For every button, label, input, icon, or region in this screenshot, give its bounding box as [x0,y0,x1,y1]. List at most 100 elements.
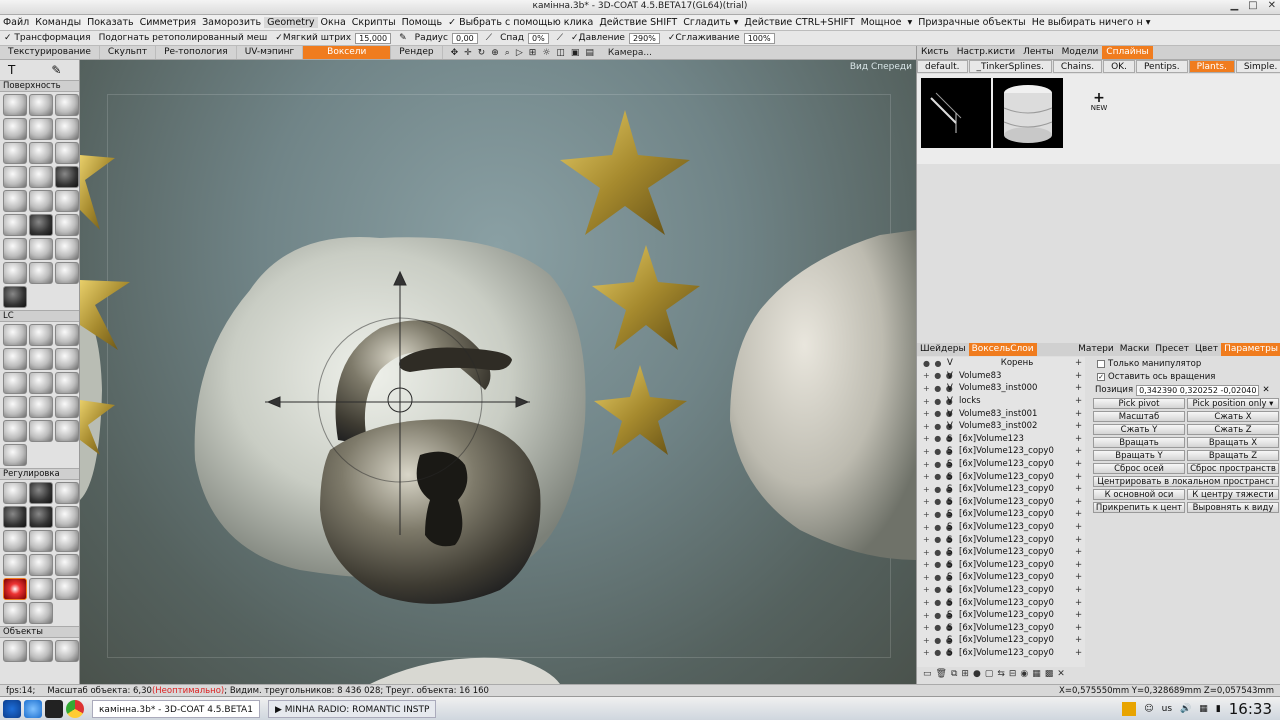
spline-thumbnail-lines[interactable] [921,78,991,148]
menu-scripts[interactable]: Скрипты [349,17,399,28]
layer-row[interactable]: + ● ● S [6x]Volume123_copy0 + [917,596,1085,609]
add-layer-icon[interactable]: + [1075,371,1085,381]
tool-icon[interactable] [3,348,27,370]
ctrl-shift-action-dropdown[interactable]: Мощное [858,17,905,28]
cube-icon[interactable]: ◫ [556,48,565,58]
menu-windows[interactable]: Окна [318,17,349,28]
task-3dcoat[interactable]: камінна.3b* - 3D-COAT 4.5.BETA1 [92,699,260,718]
visibility-icons[interactable]: + ● ● [917,560,953,569]
text-tool-icon[interactable]: T [8,63,15,77]
visibility-icons[interactable]: + ● ● [917,585,953,594]
layer-row[interactable]: + ● ● Vlocks + [917,395,1085,408]
spline-thumbnail-cylinder[interactable] [993,78,1063,148]
battery-icon[interactable]: ▮ [1216,704,1221,714]
layer-row[interactable]: + ● ● V Volume83_inst000 + [917,382,1085,395]
squeeze-z-button[interactable]: Сжать Z [1187,424,1279,435]
tool-icon[interactable] [55,420,79,442]
tool-icon[interactable] [29,190,53,212]
grid-layer-icon[interactable]: ▩ [1045,669,1054,679]
tool-icon[interactable] [3,166,27,188]
add-layer-icon[interactable]: + [1075,610,1085,620]
tool-icon[interactable] [29,166,53,188]
keep-axis-checkbox[interactable]: ✓ Оставить ось вращения [1091,370,1280,383]
section-surface[interactable]: Поверхность [0,80,79,92]
fit-retopo-checkbox[interactable]: Подогнать ретополированный меш [95,33,272,43]
clock[interactable]: 16:33 [1229,700,1272,718]
add-layer-icon[interactable]: + [1075,446,1085,456]
camera-options-icon[interactable]: ▣ [571,48,580,58]
select-by-click-toggle[interactable]: ✓ Выбрать с помощью клика [445,17,596,28]
tool-icon[interactable] [29,238,53,260]
to-main-axis-button[interactable]: К основной оси [1093,489,1185,500]
tab-brush-options[interactable]: Настр.кисти [953,46,1019,59]
add-layer-icon[interactable]: + [1075,635,1085,645]
tool-icon[interactable] [3,94,27,116]
tool-icon[interactable] [29,506,53,528]
zoom-icon[interactable]: ⌕ [505,48,510,58]
tool-icon[interactable] [29,214,53,236]
add-layer-icon[interactable]: + [1075,547,1085,557]
visibility-icons[interactable]: + ● ● [917,636,953,645]
tool-icon[interactable] [3,286,27,308]
tool-icon[interactable] [29,554,53,576]
tab-shaders[interactable]: Шейдеры [917,343,969,356]
tab-uv[interactable]: UV-мэпинг [237,46,304,59]
layer-row[interactable]: + ● ● S [6x]Volume123_copy0 + [917,647,1085,660]
pressure-value[interactable]: 290% [628,32,660,44]
menu-symmetry[interactable]: Симметрия [137,17,199,28]
visibility-icons[interactable]: ● ● [917,359,947,368]
tab-parameters[interactable]: Параметры [1221,343,1280,356]
tool-icon[interactable] [3,118,27,140]
pen-tool-icon[interactable]: ✎ [51,63,61,77]
layer-icon[interactable]: ▦ [1032,669,1041,679]
keyboard-layout[interactable]: us [1162,704,1172,714]
menu-geometry[interactable]: Geometry [264,17,318,28]
visibility-icons[interactable]: + ● ● [917,397,953,406]
tool-icon[interactable] [3,506,27,528]
add-layer-icon[interactable]: + [1075,434,1085,444]
tool-icon[interactable] [3,238,27,260]
add-layer-icon[interactable]: + [1075,572,1085,582]
tool-icon[interactable] [55,190,79,212]
tab-strips[interactable]: Ленты [1019,46,1058,59]
tool-icon[interactable] [55,372,79,394]
move-icon[interactable]: ✥ [451,48,459,58]
visibility-icons[interactable]: + ● ● [917,535,953,544]
add-layer-icon[interactable]: + [1075,383,1085,393]
tool-icon[interactable] [55,142,79,164]
start-icon[interactable] [3,699,21,718]
add-layer-icon[interactable]: + [1075,648,1085,658]
tool-icon[interactable] [29,530,53,552]
tray-app-icon[interactable] [1122,701,1137,716]
layer-row[interactable]: + ● ● S [6x]Volume123_copy0 + [917,521,1085,534]
tool-icon[interactable] [29,348,53,370]
tray-user-icon[interactable]: ☺ [1144,704,1153,714]
new-spline-button[interactable]: + NEW [1089,91,1109,112]
visibility-icons[interactable]: + ● ● [917,384,953,393]
layer-row[interactable]: + ● ● V Volume83_inst002 + [917,420,1085,433]
layer-row[interactable]: + ● ● S [6x]Volume123_copy0 + [917,496,1085,509]
tab-sculpt[interactable]: Скульпт [100,46,157,59]
visibility-icons[interactable]: + ● ● [917,598,953,607]
falloff-value[interactable]: 0% [527,32,549,44]
visibility-icons[interactable]: + ● ● [917,623,953,632]
rotate-y-button[interactable]: Вращать Y [1093,450,1185,461]
radius-value[interactable]: 0,00 [451,32,478,44]
tool-icon[interactable] [55,554,79,576]
tool-icon[interactable] [29,94,53,116]
tool-icon[interactable] [55,530,79,552]
tool-icon[interactable] [3,602,27,624]
tool-icon[interactable] [29,372,53,394]
tool-icon[interactable] [29,262,53,284]
layer-row[interactable]: + ● ● S [6x]Volume123_copy0 + [917,571,1085,584]
browser-icon[interactable] [24,699,42,718]
tab-texturing[interactable]: Текстурирование [0,46,100,59]
brush-icon[interactable]: ⟋ [482,33,496,43]
layer-root[interactable]: ● ● V Корень + [917,357,1085,370]
tab-masks[interactable]: Маски [1117,343,1153,356]
tool-icon[interactable] [3,190,27,212]
pressure-label[interactable]: ✓Давление [567,33,629,43]
tab-retopo[interactable]: Ре-топология [156,46,237,59]
add-layer-icon[interactable]: + [1075,535,1085,545]
menu-help[interactable]: Помощь [399,17,445,28]
